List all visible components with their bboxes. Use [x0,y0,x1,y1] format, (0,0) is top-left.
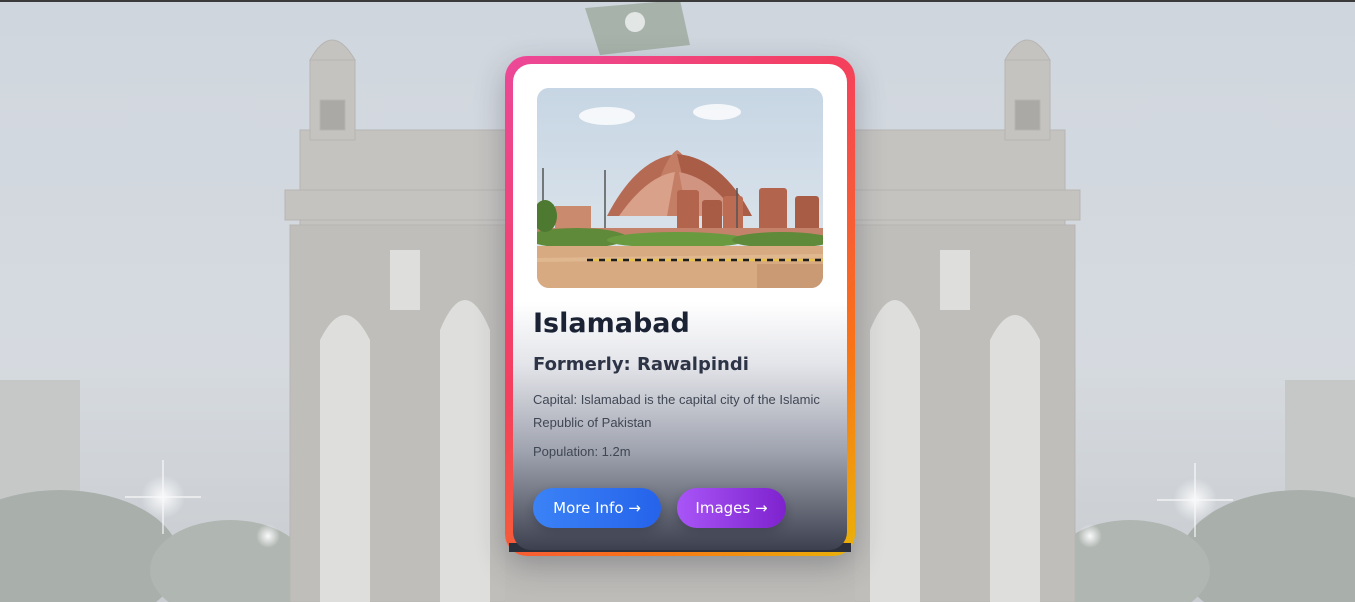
pakistan-monument-illustration [537,88,823,288]
images-button[interactable]: Images → [677,488,786,528]
city-title: Islamabad [533,308,690,339]
city-card: Islamabad Formerly: Rawalpindi Capital: … [505,56,855,556]
window-top-border [0,0,1355,2]
city-photo [537,88,823,288]
population-text: Population: 1.2m [533,444,631,459]
more-info-button[interactable]: More Info → [533,488,661,528]
former-name: Formerly: Rawalpindi [533,354,749,375]
city-card-inner: Islamabad Formerly: Rawalpindi Capital: … [513,64,847,550]
city-description: Capital: Islamabad is the capital city o… [533,392,820,430]
